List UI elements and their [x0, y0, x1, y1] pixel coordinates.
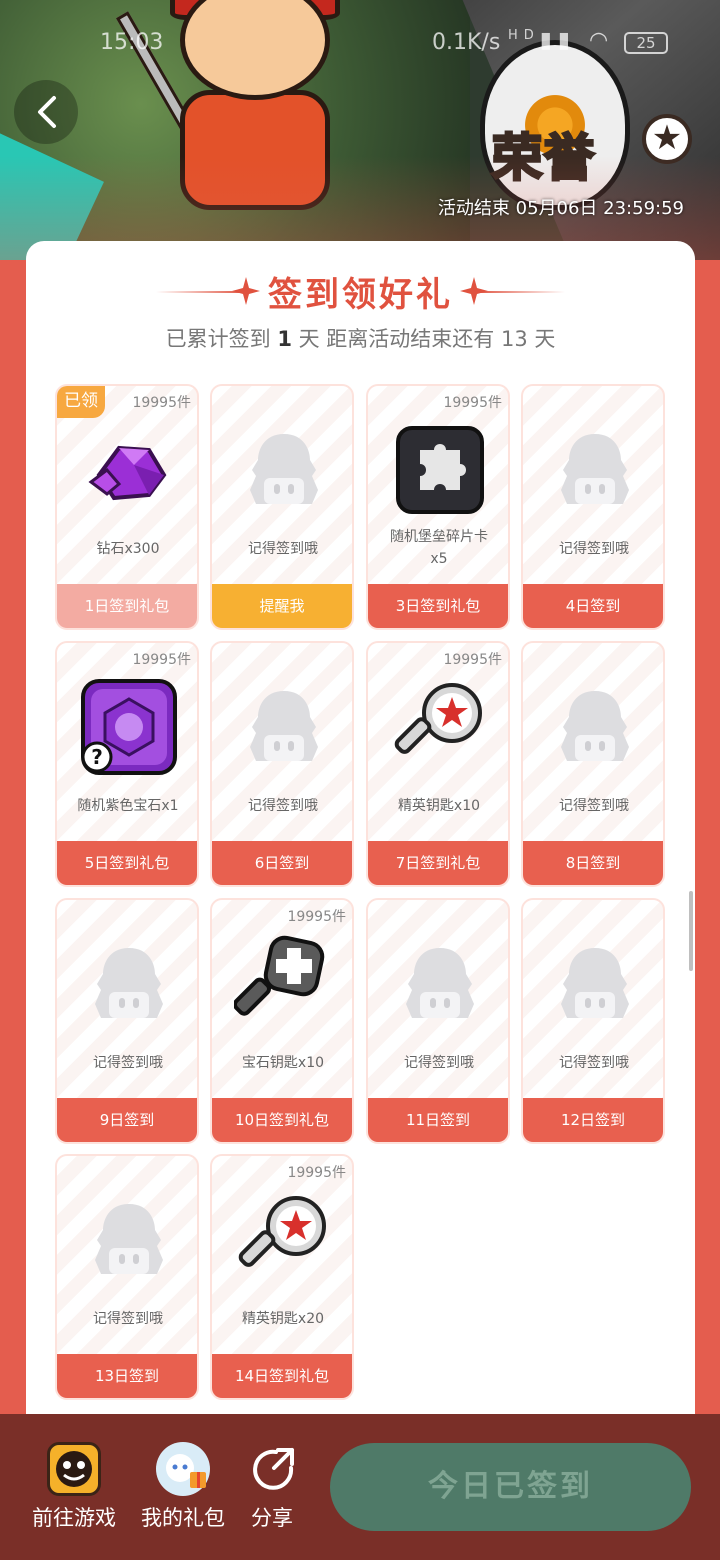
scrollbar[interactable]	[689, 891, 693, 971]
checkin-card: 签到领好礼 已累计签到 1 天 距离活动结束还有 13 天 19995件 已领钻石…	[26, 241, 695, 1421]
reward-label: 随机堡垒碎片卡x5	[390, 529, 488, 567]
reward-tile[interactable]: 记得签到哦 提醒我	[210, 384, 354, 630]
network-speed: 0.1K/s	[432, 30, 501, 55]
reward-tile[interactable]: 记得签到哦 4日签到	[521, 384, 665, 630]
reward-tile[interactable]: 19995件精英钥匙x20 14日签到礼包	[210, 1154, 354, 1400]
checkin-day-button[interactable]: 14日签到礼包	[212, 1354, 352, 1398]
back-button[interactable]	[14, 80, 78, 144]
signed-days-count: 1	[277, 327, 292, 351]
title-row: 签到领好礼	[26, 267, 695, 317]
reward-label: 记得签到哦	[93, 1311, 163, 1327]
checkin-day-button[interactable]: 1日签到礼包	[57, 584, 197, 628]
checkin-day-button[interactable]: 5日签到礼包	[57, 841, 197, 885]
stock-count: 19995件	[287, 1165, 346, 1181]
reward-label: 记得签到哦	[404, 1055, 474, 1071]
reward-tile[interactable]: 记得签到哦 8日签到	[521, 641, 665, 887]
checkin-day-button[interactable]: 4日签到	[523, 584, 663, 628]
diamond-gem-icon	[79, 420, 179, 520]
subtitle-remaining: 天 距离活动结束还有 13 天	[298, 327, 556, 351]
placeholder-ghost-icon	[545, 934, 645, 1034]
share-icon	[246, 1442, 300, 1496]
placeholder-ghost-icon	[79, 934, 179, 1034]
stock-count: 19995件	[287, 909, 346, 925]
gift-bag-icon	[156, 1442, 210, 1496]
share-button[interactable]: 分享	[246, 1442, 298, 1532]
share-label: 分享	[251, 1506, 293, 1530]
page-title: 签到领好礼	[268, 275, 453, 315]
reward-label: 记得签到哦	[93, 1055, 163, 1071]
reward-label: 记得签到哦	[559, 798, 629, 814]
signed-today-button[interactable]: 今日已签到	[330, 1443, 691, 1531]
placeholder-ghost-icon	[390, 934, 490, 1034]
reward-label: 精英钥匙x20	[241, 1311, 325, 1327]
checkin-progress-text: 已累计签到 1 天 距离活动结束还有 13 天	[26, 323, 695, 353]
stock-count: 19995件	[443, 395, 502, 411]
stock-count: 19995件	[443, 652, 502, 668]
battery-icon: 25	[624, 32, 668, 54]
stock-count: 19995件	[132, 395, 191, 411]
svg-text:?: ?	[91, 745, 103, 769]
reward-label: 随机紫色宝石x1	[77, 798, 179, 814]
activity-end-time: 活动结束 05月06日 23:59:59	[437, 198, 684, 219]
game-app-icon	[47, 1442, 101, 1496]
remind-me-button[interactable]: 提醒我	[212, 584, 352, 628]
sparkle-icon	[232, 277, 260, 305]
checkin-day-button[interactable]: 8日签到	[523, 841, 663, 885]
placeholder-ghost-icon	[79, 1190, 179, 1290]
checkin-day-button[interactable]: 6日签到	[212, 841, 352, 885]
checkin-day-button[interactable]: 7日签到礼包	[368, 841, 508, 885]
reward-tile[interactable]: 记得签到哦 12日签到	[521, 898, 665, 1144]
status-bar: 15:03 0.1K/s HD▮▮ ◠ 25	[0, 26, 720, 62]
reward-label: 记得签到哦	[559, 541, 629, 557]
my-gifts-button[interactable]: 我的礼包	[137, 1442, 229, 1532]
checkin-day-button[interactable]: 9日签到	[57, 1098, 197, 1142]
checkin-day-button[interactable]: 13日签到	[57, 1354, 197, 1398]
reward-label: 记得签到哦	[248, 541, 318, 557]
checkin-day-button[interactable]: 3日签到礼包	[368, 584, 508, 628]
status-time: 15:03	[100, 30, 164, 55]
reward-label: 钻石x300	[96, 541, 160, 557]
puzzle-piece-card-icon	[390, 420, 490, 520]
claimed-badge: 已领	[57, 386, 105, 418]
purple-gem-card-icon: ?	[79, 677, 179, 777]
stock-count: 19995件	[132, 652, 191, 668]
reward-label: 精英钥匙x10	[397, 798, 481, 814]
reward-tile[interactable]: 19995件随机堡垒碎片卡x5 3日签到礼包	[366, 384, 510, 630]
elite-key-icon	[234, 1190, 334, 1290]
hd-label: HD	[508, 28, 540, 43]
reward-tile[interactable]: 19995件宝石钥匙x10 10日签到礼包	[210, 898, 354, 1144]
placeholder-ghost-icon	[234, 420, 334, 520]
placeholder-ghost-icon	[545, 420, 645, 520]
reward-label: 记得签到哦	[559, 1055, 629, 1071]
placeholder-ghost-icon	[545, 677, 645, 777]
elite-key-icon	[390, 677, 490, 777]
placeholder-ghost-icon	[234, 677, 334, 777]
checkin-day-button[interactable]: 12日签到	[523, 1098, 663, 1142]
go-to-game-label: 前往游戏	[32, 1506, 116, 1530]
bottom-bar: 前往游戏 我的礼包 分享 今日已签到	[0, 1414, 720, 1560]
checkin-day-button[interactable]: 11日签到	[368, 1098, 508, 1142]
go-to-game-button[interactable]: 前往游戏	[28, 1442, 120, 1532]
my-gifts-label: 我的礼包	[141, 1506, 225, 1530]
reward-tile[interactable]: 记得签到哦 13日签到	[55, 1154, 199, 1400]
reward-tile[interactable]: 19995件? 随机紫色宝石x1 5日签到礼包	[55, 641, 199, 887]
activity-banner: 荣誉 ★ 15:03 0.1K/s HD▮▮ ◠ 25 活动结束 05月06日 …	[0, 0, 720, 260]
gem-key-icon	[232, 934, 334, 1034]
reward-tile[interactable]: 记得签到哦 6日签到	[210, 641, 354, 887]
reward-tile[interactable]: 19995件精英钥匙x10 7日签到礼包	[366, 641, 510, 887]
subtitle-prefix: 已累计签到	[165, 327, 271, 351]
reward-tile[interactable]: 19995件 已领钻石x300 1日签到礼包	[55, 384, 199, 630]
chevron-left-icon	[38, 96, 56, 128]
reward-tile[interactable]: 记得签到哦 9日签到	[55, 898, 199, 1144]
reward-label: 记得签到哦	[248, 798, 318, 814]
signal-wifi-icon: HD▮▮ ◠	[508, 28, 615, 53]
checkin-day-button[interactable]: 10日签到礼包	[212, 1098, 352, 1142]
reward-label: 宝石钥匙x10	[241, 1055, 325, 1071]
reward-tile[interactable]: 记得签到哦 11日签到	[366, 898, 510, 1144]
